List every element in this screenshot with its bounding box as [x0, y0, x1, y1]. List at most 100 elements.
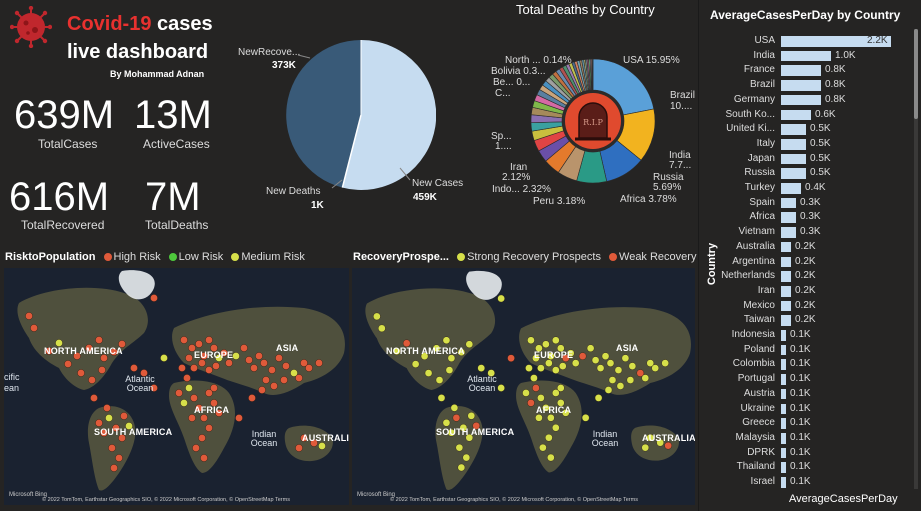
map-point[interactable] [200, 414, 208, 422]
map-point[interactable] [295, 444, 303, 452]
bar-chart-scrollbar[interactable] [914, 29, 918, 489]
map-point[interactable] [539, 443, 547, 452]
bar-18[interactable] [781, 300, 791, 312]
map-point[interactable] [557, 384, 565, 392]
bar-21[interactable] [781, 344, 786, 356]
map-point[interactable] [178, 364, 186, 372]
map-point[interactable] [651, 364, 660, 372]
map-point[interactable] [270, 382, 278, 390]
map-point[interactable] [596, 364, 605, 372]
map-point[interactable] [537, 364, 545, 372]
bar-8[interactable] [781, 153, 806, 165]
donut-slice-36[interactable] [591, 58, 594, 91]
map-point[interactable] [77, 369, 85, 377]
map-point[interactable] [295, 374, 303, 382]
map-point[interactable] [183, 374, 191, 382]
map-point[interactable] [232, 352, 240, 360]
bar-12[interactable] [781, 212, 796, 224]
map-point[interactable] [532, 384, 540, 392]
map-point[interactable] [258, 386, 266, 394]
bar-chart-bars[interactable]: USA 2.2K India 1.0K France 0.8K Brazil 0.8K Germ… [699, 34, 914, 490]
map-point[interactable] [105, 414, 113, 422]
map-point[interactable] [103, 404, 111, 412]
map-point[interactable] [571, 359, 580, 367]
map-point[interactable] [445, 366, 454, 374]
map-point[interactable] [411, 360, 420, 368]
map-point[interactable] [547, 414, 555, 422]
bar-11[interactable] [781, 197, 796, 209]
map-point[interactable] [198, 434, 206, 442]
bar-10[interactable] [781, 183, 801, 194]
bar-2[interactable] [781, 65, 821, 77]
map-point[interactable] [581, 414, 590, 422]
legend-medium-risk[interactable]: Medium Risk [241, 251, 305, 263]
map-point[interactable] [212, 362, 220, 370]
map-point[interactable] [262, 376, 270, 384]
map-point[interactable] [248, 394, 256, 402]
map-point[interactable] [110, 464, 118, 472]
map-point[interactable] [108, 444, 116, 452]
map-point[interactable] [205, 424, 213, 432]
map-point[interactable] [150, 294, 158, 302]
legend-low-risk[interactable]: Low Risk [179, 251, 224, 263]
map-point[interactable] [185, 384, 193, 392]
map-point[interactable] [664, 441, 672, 450]
map-point[interactable] [552, 366, 560, 374]
map-point[interactable] [594, 394, 603, 402]
bar-23[interactable] [781, 374, 786, 385]
map-point[interactable] [578, 352, 587, 360]
map-point[interactable] [250, 364, 258, 372]
map-point[interactable] [497, 294, 505, 303]
map2-footer[interactable]: © 2022 TomTom, Earthstar Geographics SIO… [390, 497, 638, 503]
map-point[interactable] [455, 443, 464, 452]
map-point[interactable] [552, 336, 560, 345]
map-point[interactable] [641, 443, 650, 452]
map-point[interactable] [64, 360, 72, 368]
map-footer[interactable]: © 2022 TomTom, Earthstar Geographics SIO… [42, 497, 290, 503]
bar-25[interactable] [781, 403, 786, 415]
map-point[interactable] [547, 453, 555, 462]
map-point[interactable] [527, 399, 535, 407]
map-point[interactable] [245, 356, 253, 364]
map-point[interactable] [235, 414, 243, 422]
bar-22[interactable] [781, 359, 786, 371]
map-point[interactable] [175, 389, 183, 397]
bar-1[interactable] [781, 50, 831, 62]
map-point[interactable] [95, 336, 103, 344]
bar-28[interactable] [781, 447, 786, 459]
map-point[interactable] [180, 399, 188, 407]
bar-13[interactable] [781, 227, 796, 238]
map-point[interactable] [268, 366, 276, 374]
recovery-map[interactable]: NORTH AMERICA EUROPE ASIA AFRICA SOUTH A… [352, 268, 695, 505]
scrollbar-thumb[interactable] [914, 29, 918, 119]
risk-map[interactable]: NORTH AMERICA EUROPE ASIA AFRICA SOUTH A… [4, 268, 349, 505]
map-point[interactable] [190, 364, 198, 372]
map-point[interactable] [525, 364, 533, 372]
map-point[interactable] [373, 312, 381, 321]
map-point[interactable] [442, 419, 451, 427]
map-point[interactable] [608, 376, 617, 384]
map-point[interactable] [192, 444, 200, 452]
map-point[interactable] [552, 423, 560, 432]
map-point[interactable] [586, 344, 595, 353]
map-point[interactable] [424, 369, 433, 377]
map-point[interactable] [30, 324, 38, 332]
map-point[interactable] [180, 336, 188, 344]
map-point[interactable] [185, 354, 193, 362]
map-point[interactable] [275, 354, 283, 362]
map-point[interactable] [527, 336, 535, 345]
map-point[interactable] [240, 344, 248, 352]
bar-4[interactable] [781, 94, 821, 106]
map-point[interactable] [160, 354, 168, 362]
map-point[interactable] [616, 382, 625, 390]
map-point[interactable] [530, 374, 538, 382]
legend-high-risk[interactable]: High Risk [114, 251, 161, 263]
map-point[interactable] [435, 376, 444, 384]
bar-7[interactable] [781, 138, 806, 150]
map-point[interactable] [641, 374, 650, 382]
map-point[interactable] [604, 386, 613, 394]
map-point[interactable] [507, 354, 515, 362]
map-point[interactable] [558, 362, 567, 370]
bar-20[interactable] [781, 330, 786, 341]
map-point[interactable] [545, 433, 553, 442]
